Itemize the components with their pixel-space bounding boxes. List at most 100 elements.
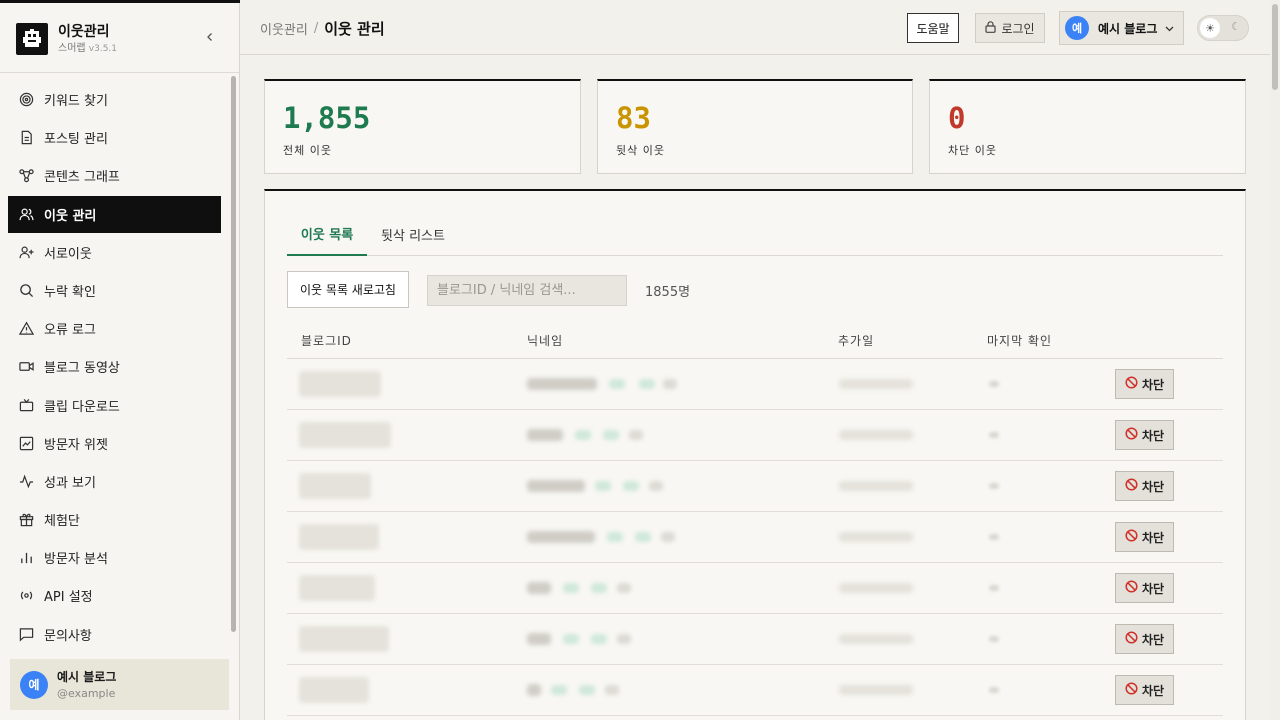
avatar: 예 — [1065, 16, 1089, 40]
block-button[interactable]: 차단 — [1115, 420, 1174, 450]
blurred-blog-id — [299, 626, 389, 652]
blurred-blog-id — [299, 422, 391, 448]
table-row: 차단 — [287, 512, 1223, 563]
sidebar-item-experience[interactable]: 체험단 — [8, 501, 221, 538]
top-header: 이웃관리 / 이웃 관리 도움말 로그인 예 예시 블로그 ☀ ☾ — [240, 0, 1270, 55]
block-button[interactable]: 차단 — [1115, 573, 1174, 603]
sidebar-scrollbar[interactable] — [231, 76, 236, 632]
stat-label: 전체 이웃 — [283, 144, 332, 157]
sidebar-item-inquiry[interactable]: 문의사항 — [8, 616, 221, 653]
sidebar-item-label: 클립 다운로드 — [44, 399, 120, 415]
brand[interactable]: 이웃관리 스머랩 v3.5.1 — [16, 21, 226, 57]
breadcrumb-parent[interactable]: 이웃관리 — [260, 19, 308, 38]
blurred-added-date — [839, 685, 913, 695]
activity-icon — [18, 473, 34, 489]
blurred-last-checked — [989, 636, 999, 642]
blurred-last-checked — [989, 585, 999, 591]
sidebar-item-posting[interactable]: 포스팅 관리 — [8, 119, 221, 156]
column-blog-id[interactable]: 블로그ID — [301, 332, 352, 349]
avatar: 예 — [20, 670, 48, 699]
sidebar-item-keyword[interactable]: 키워드 찾기 — [8, 81, 221, 118]
blurred-nickname — [527, 429, 563, 441]
block-button[interactable]: 차단 — [1115, 624, 1174, 654]
column-added-date[interactable]: 추가일 — [838, 332, 874, 349]
login-button[interactable]: 로그인 — [975, 13, 1045, 43]
blurred-blog-id — [299, 473, 371, 499]
blurred-tag — [591, 583, 607, 593]
sidebar-item-visitor-analysis[interactable]: 방문자 분석 — [8, 539, 221, 576]
lock-icon — [985, 20, 997, 36]
column-last-checked[interactable]: 마지막 확인 — [987, 332, 1052, 349]
sidebar-item-missing[interactable]: 누락 확인 — [8, 272, 221, 309]
stat-label: 뒷삭 이웃 — [616, 144, 665, 157]
stat-card-total: 1,855 전체 이웃 — [264, 79, 581, 174]
bar-chart-icon — [18, 550, 34, 566]
warning-icon — [18, 321, 34, 337]
theme-toggle[interactable]: ☀ ☾ — [1197, 15, 1249, 41]
block-button[interactable]: 차단 — [1115, 675, 1174, 705]
block-label: 차단 — [1141, 479, 1165, 494]
app-logo — [16, 23, 48, 55]
profile-name: 예시 블로그 — [1098, 21, 1158, 36]
neighbor-table-body: 차단 차단 차단 차단 차단 차단 차단 — [287, 359, 1223, 716]
blurred-tag — [579, 685, 595, 695]
prohibited-icon — [1125, 631, 1138, 647]
blurred-tag — [629, 430, 643, 440]
stat-value: 0 — [948, 101, 966, 135]
users-icon — [18, 206, 34, 222]
stat-value: 1,855 — [283, 101, 371, 135]
sidebar-item-label: 서로이웃 — [44, 246, 92, 262]
table-row: 차단 — [287, 563, 1223, 614]
blurred-tag — [623, 481, 639, 491]
sidebar-item-mutual[interactable]: 서로이웃 — [8, 234, 221, 271]
page-scrollbar-thumb[interactable] — [1272, 4, 1278, 90]
sidebar-item-label: API 설정 — [44, 590, 93, 606]
sidebar-item-api-settings[interactable]: API 설정 — [8, 577, 221, 614]
block-button[interactable]: 차단 — [1115, 369, 1174, 399]
search-icon — [18, 282, 34, 298]
chevron-down-icon — [1165, 21, 1174, 35]
block-label: 차단 — [1141, 377, 1165, 392]
user-card[interactable]: 예 예시 블로그 @example — [10, 659, 229, 710]
sidebar-item-neighbors[interactable]: 이웃 관리 — [8, 195, 221, 233]
moon-icon: ☾ — [1231, 20, 1241, 33]
sidebar-item-visitor-widget[interactable]: 방문자 위젯 — [8, 425, 221, 462]
block-button[interactable]: 차단 — [1115, 522, 1174, 552]
help-button[interactable]: 도움말 — [907, 13, 959, 43]
graph-icon — [18, 168, 34, 184]
profile-menu-button[interactable]: 예 예시 블로그 — [1059, 11, 1184, 45]
blurred-tag — [591, 634, 607, 644]
block-button[interactable]: 차단 — [1115, 471, 1174, 501]
search-input[interactable] — [427, 275, 627, 306]
table-row: 차단 — [287, 665, 1223, 716]
blurred-tag — [605, 685, 619, 695]
tab-neighbor-list[interactable]: 이웃 목록 — [287, 213, 367, 256]
blurred-blog-id — [299, 371, 381, 397]
collapse-sidebar-button[interactable] — [202, 29, 218, 45]
sidebar-item-clip-download[interactable]: 클립 다운로드 — [8, 387, 221, 424]
tv-icon — [18, 397, 34, 413]
refresh-list-button[interactable]: 이웃 목록 새로고침 — [287, 271, 409, 308]
sidebar-item-error-log[interactable]: 오류 로그 — [8, 310, 221, 347]
table-row: 차단 — [287, 614, 1223, 665]
table-header: 블로그ID 닉네임 추가일 마지막 확인 — [287, 321, 1223, 359]
stat-card-blocked: 0 차단 이웃 — [929, 79, 1246, 174]
sidebar-item-content-graph[interactable]: 콘텐츠 그래프 — [8, 157, 221, 194]
blurred-added-date — [839, 379, 913, 389]
document-icon — [18, 130, 34, 146]
tab-bar: 이웃 목록 뒷삭 리스트 — [287, 213, 1223, 256]
blurred-nickname — [527, 684, 541, 696]
user-name: 예시 블로그 — [57, 669, 117, 684]
sidebar-item-blog-video[interactable]: 블로그 동영상 — [8, 348, 221, 385]
blurred-last-checked — [989, 381, 999, 387]
blurred-tag — [607, 532, 623, 542]
stat-value: 83 — [616, 101, 651, 135]
tab-unfollow-list[interactable]: 뒷삭 리스트 — [371, 213, 455, 256]
page-scrollbar[interactable] — [1270, 0, 1280, 720]
prohibited-icon — [1125, 478, 1138, 494]
blurred-nickname — [527, 582, 551, 594]
blurred-blog-id — [299, 524, 379, 550]
column-nickname[interactable]: 닉네임 — [527, 332, 563, 349]
sidebar-item-performance[interactable]: 성과 보기 — [8, 463, 221, 500]
prohibited-icon — [1125, 427, 1138, 443]
